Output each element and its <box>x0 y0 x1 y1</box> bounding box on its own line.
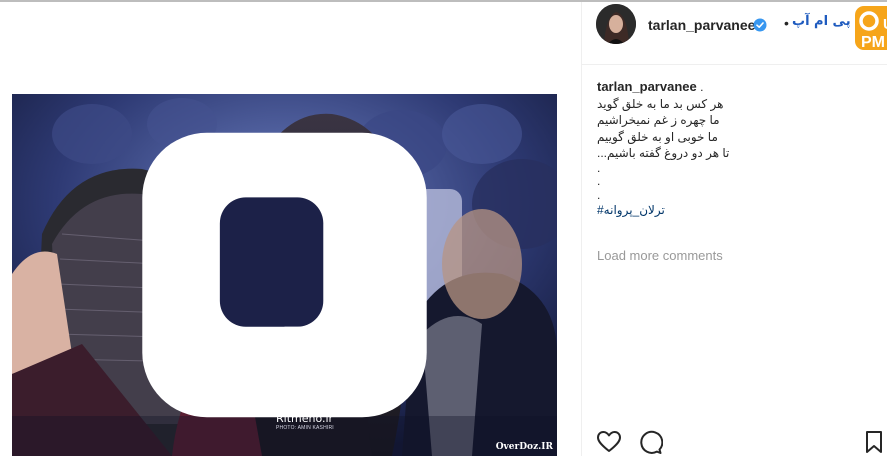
post-caption: tarlan_parvanee . هر کس بد ما به خلق گوی… <box>597 79 867 219</box>
ritmeno-logo-icon <box>142 132 427 418</box>
post-photo[interactable]: Ritmeno.ir PHOTO: AMIN KASHIRI OverDoz.I… <box>12 94 557 456</box>
svg-text:PM: PM <box>861 34 885 51</box>
media-pane: Ritmeno.ir PHOTO: AMIN KASHIRI OverDoz.I… <box>0 2 581 456</box>
caption-author[interactable]: tarlan_parvanee <box>597 79 697 94</box>
caption-author-suffix: . <box>700 80 704 94</box>
post-sidebar: tarlan_parvanee • پی ام آپ PM UP tarlan_… <box>581 2 887 456</box>
comment-bubble-icon[interactable] <box>637 429 663 455</box>
verified-badge-icon <box>753 18 767 32</box>
caption-line: ما خوبی او به خلق گوییم <box>597 129 718 144</box>
svg-text:UP: UP <box>883 16 887 33</box>
header-divider <box>582 64 887 65</box>
bookmark-outline-icon[interactable] <box>861 429 887 455</box>
heart-outline-icon[interactable] <box>596 429 622 455</box>
post-header: tarlan_parvanee • پی ام آپ PM UP <box>596 4 887 51</box>
pmup-badge-icon: PM UP <box>855 6 887 51</box>
caption-dot: . <box>597 160 601 175</box>
header-username[interactable]: tarlan_parvanee <box>648 17 755 33</box>
photo-watermark: Ritmeno.ir <box>276 412 334 425</box>
avatar[interactable] <box>596 4 636 44</box>
load-more-comments-button[interactable]: Load more comments <box>597 248 723 263</box>
caption-hashtag[interactable]: ترلان_پروانه# <box>597 202 867 219</box>
header-separator: • <box>784 15 789 31</box>
caption-dot: . <box>597 174 601 188</box>
site-logo: پی ام آپ <box>792 14 851 29</box>
caption-dot: . <box>597 187 601 202</box>
photo-watermark-credit: PHOTO: AMIN KASHIRI <box>276 425 334 431</box>
avatar-image <box>596 4 636 44</box>
caption-line: ما چهره ز غم نمیخراشیم <box>597 113 720 127</box>
caption-line: هر کس بد ما به خلق گوید <box>597 96 724 111</box>
corner-watermark: OverDoz.IR <box>495 442 553 452</box>
caption-line: تا هر دو دروغ گفته باشیم... <box>597 146 730 160</box>
